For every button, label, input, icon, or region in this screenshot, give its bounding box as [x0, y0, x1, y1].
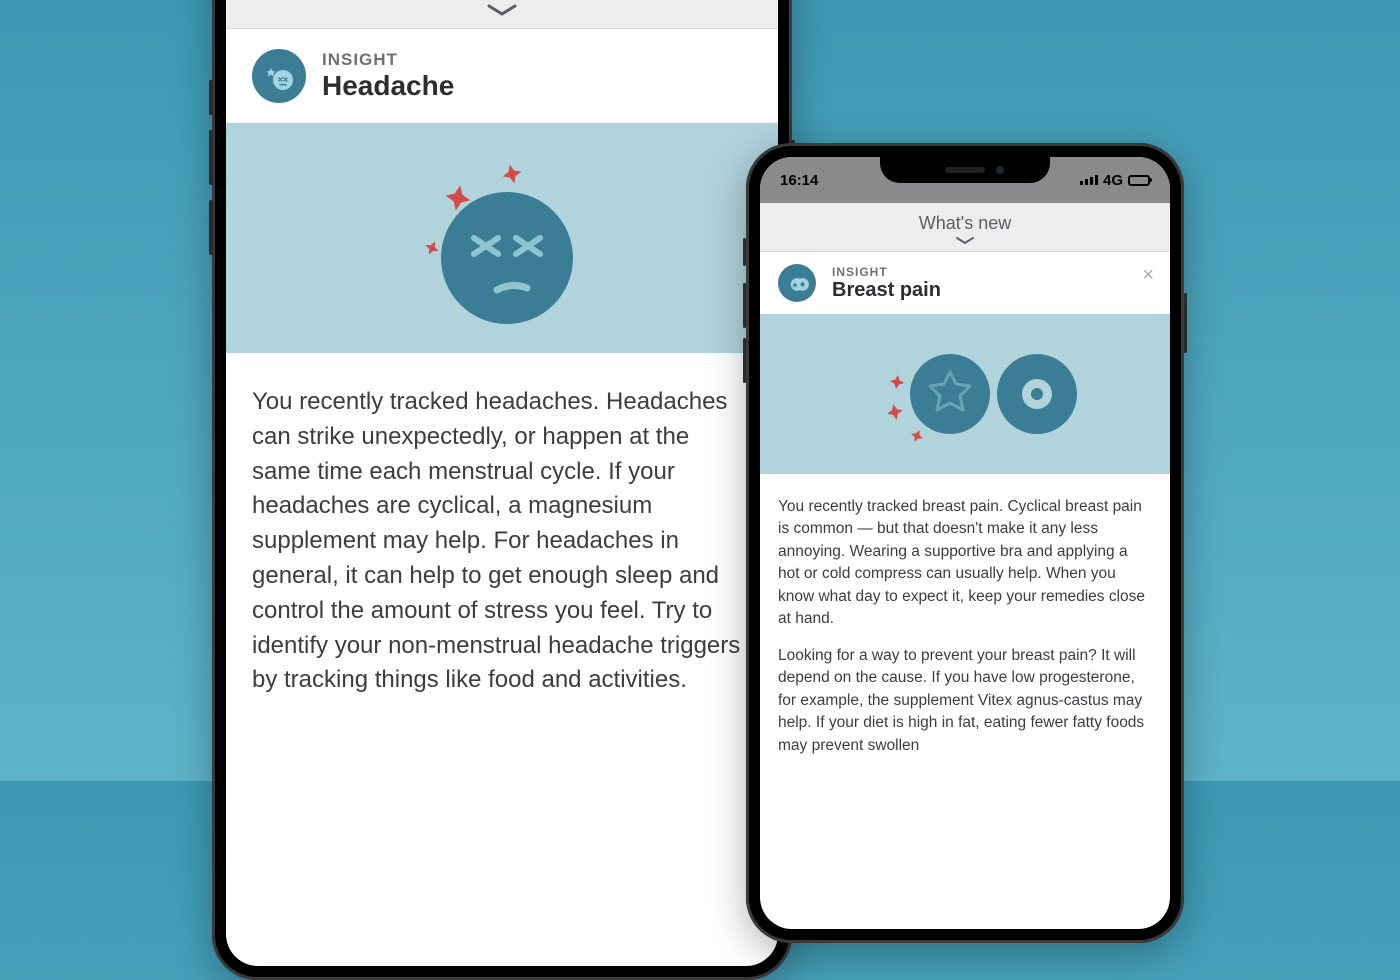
- side-button: [743, 338, 746, 383]
- card-illustration: [760, 314, 1170, 474]
- card-body-text-1: You recently tracked breast pain. Cyclic…: [778, 496, 1152, 631]
- phone-notch: [880, 157, 1050, 183]
- card-body-text: You recently tracked headaches. Headache…: [252, 385, 752, 698]
- card-header: INSIGHT Headache: [226, 29, 778, 123]
- whatsnew-header[interactable]: What's new: [226, 0, 778, 29]
- whatsnew-label: What's new: [226, 0, 778, 2]
- status-network: 4G: [1103, 172, 1123, 189]
- phone-mockup-breast-pain: 16:14 4G What's new: [746, 143, 1184, 943]
- card-header: INSIGHT Breast pain ×: [760, 252, 1170, 314]
- card-overline: INSIGHT: [832, 265, 941, 279]
- chevron-down-icon: [760, 236, 1170, 246]
- side-button: [209, 80, 213, 115]
- insight-card: INSIGHT Headache: [226, 29, 778, 730]
- insight-badge-icon: [778, 264, 816, 302]
- side-button: [1184, 293, 1187, 353]
- side-button: [209, 200, 213, 255]
- whatsnew-header[interactable]: What's new: [760, 203, 1170, 252]
- card-body: You recently tracked breast pain. Cyclic…: [760, 474, 1170, 779]
- close-icon[interactable]: ×: [1142, 264, 1154, 287]
- card-overline: INSIGHT: [322, 50, 454, 70]
- card-body: You recently tracked headaches. Headache…: [226, 353, 778, 730]
- card-illustration: [226, 123, 778, 353]
- side-button: [209, 130, 213, 185]
- card-title: Headache: [322, 70, 454, 102]
- card-title: Breast pain: [832, 279, 941, 302]
- status-time: 16:14: [780, 172, 818, 189]
- phone-mockup-headache: 14:50 4G What's new: [212, 0, 792, 980]
- battery-icon: [1128, 175, 1150, 186]
- side-button: [743, 283, 746, 328]
- signal-icon: [1080, 175, 1098, 185]
- insight-badge-icon: [252, 49, 306, 103]
- whatsnew-label: What's new: [760, 213, 1170, 234]
- insight-card: INSIGHT Breast pain ×: [760, 252, 1170, 779]
- side-button: [743, 238, 746, 266]
- card-body-text-2: Looking for a way to prevent your breast…: [778, 645, 1152, 757]
- chevron-down-icon: [226, 4, 778, 18]
